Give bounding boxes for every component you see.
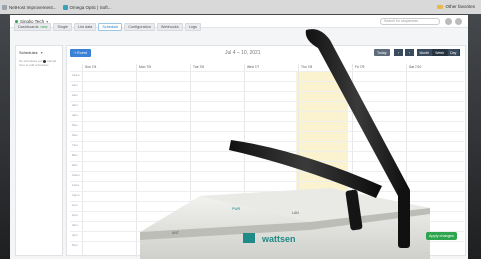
grid-hline — [70, 121, 464, 122]
sidebar-title: Schedules — [19, 50, 38, 55]
tab-label: List data — [78, 25, 93, 29]
today-button[interactable]: Today — [374, 49, 390, 56]
tab-label: Schedule — [102, 25, 119, 29]
avatar[interactable] — [455, 18, 462, 25]
app-window: Singlio Tech ▾ Search for sequences Dash… — [10, 15, 468, 259]
calendar-panel: + Event Jul 4 – 10, 2021 Today ‹ › Month… — [66, 45, 466, 257]
sidebar-header[interactable]: Schedules ▾ — [16, 46, 62, 59]
tab-label: Configuration — [128, 25, 151, 29]
tab-label: Dashboards — [18, 25, 39, 29]
time-label: 11am — [72, 183, 80, 187]
grid-hline — [70, 91, 464, 92]
date-range-label: Jul 4 – 10, 2021 — [225, 50, 261, 56]
grid-hline — [70, 111, 464, 112]
time-label: 3pm — [72, 223, 78, 227]
search-input[interactable]: Search for sequences — [380, 18, 440, 25]
grid-hline — [70, 151, 464, 152]
grid-hline — [70, 171, 464, 172]
tab-schedule[interactable]: Schedule — [98, 23, 123, 31]
new-badge: new — [40, 25, 48, 29]
grid-hline — [70, 161, 464, 162]
view-day-button[interactable]: Day — [447, 49, 460, 56]
grid-hline — [70, 141, 464, 142]
day-column-header: Thu 7/8 — [298, 64, 352, 71]
grid-hline — [70, 231, 464, 232]
tab-configuration[interactable]: Configuration — [124, 23, 155, 31]
time-label: 12pm — [72, 193, 80, 197]
grid-hline — [70, 101, 464, 102]
page-icon — [2, 4, 7, 10]
tab-label: Logs — [188, 25, 197, 29]
help-icon[interactable] — [445, 18, 452, 25]
grid-hline — [70, 131, 464, 132]
next-week-button[interactable]: › — [405, 49, 414, 56]
sidebar-note: No schedules yet Upload here to add sche… — [16, 59, 62, 67]
bookmark-omega[interactable]: Omega Optic | Soft... — [62, 4, 112, 10]
day-column-header: Sat 7/10 — [406, 64, 460, 71]
day-column-header: Mon 7/5 — [136, 64, 190, 71]
time-label: 8am — [72, 153, 78, 157]
tab-bar: Dashboards new Single List data Schedule … — [14, 23, 201, 31]
today-column-highlight — [296, 71, 348, 257]
day-column-header: Tue 7/6 — [190, 64, 244, 71]
bookmark-nethost[interactable]: NetHost Improvement... — [2, 4, 57, 10]
time-label: 4am — [72, 113, 78, 117]
prev-week-button[interactable]: ‹ — [394, 49, 403, 56]
time-label: 10am — [72, 173, 80, 177]
time-label: 2pm — [72, 213, 78, 217]
page-icon — [62, 4, 68, 10]
chevron-down-icon: ▾ — [40, 50, 43, 55]
time-label: 1pm — [72, 203, 78, 207]
other-favorites-label: Other favorites — [445, 4, 475, 9]
grid-hline — [70, 71, 464, 72]
day-column-header: Sun 7/4 — [82, 64, 136, 71]
tab-webhooks[interactable]: Webhooks — [156, 23, 183, 31]
view-switcher: Month Week Day — [417, 49, 460, 56]
bookmark-label: NetHost Improvement... — [9, 4, 57, 10]
bookmark-label: Omega Optic | Soft... — [69, 4, 112, 10]
time-label: 4pm — [72, 233, 78, 237]
folder-icon — [437, 4, 444, 9]
tab-logs[interactable]: Logs — [184, 23, 201, 31]
time-label: 2am — [72, 93, 78, 97]
time-label: 6am — [72, 133, 78, 137]
schedules-sidebar: Schedules ▾ No schedules yet Upload here… — [15, 45, 63, 256]
view-week-button[interactable]: Week — [432, 49, 448, 56]
time-label: 3am — [72, 103, 78, 107]
other-favorites[interactable]: Other favorites — [437, 4, 475, 9]
grid-hline — [70, 201, 464, 202]
view-month-button[interactable]: Month — [417, 49, 433, 56]
day-column-header: Fri 7/9 — [352, 64, 406, 71]
time-label: 5am — [72, 123, 78, 127]
tab-dashboards[interactable]: Dashboards new — [14, 23, 52, 31]
grid-hline — [70, 191, 464, 192]
add-event-button[interactable]: + Event — [70, 49, 91, 57]
time-label: 9am — [72, 163, 78, 167]
time-label: 7am — [72, 143, 78, 147]
grid-hline — [70, 221, 464, 222]
day-column-header: Wed 7/7 — [244, 64, 298, 71]
time-label: 5pm — [72, 243, 78, 247]
grid-hline — [70, 211, 464, 212]
grid-hline — [70, 81, 464, 82]
tab-list-data[interactable]: List data — [74, 23, 97, 31]
bookmarks-bar: NetHost Improvement... Omega Optic | Sof… — [0, 0, 481, 14]
tab-single[interactable]: Single — [53, 23, 73, 31]
time-label: 12am — [72, 73, 80, 77]
tab-label: Webhooks — [160, 25, 179, 29]
tab-label: Single — [57, 25, 69, 29]
time-label: 1am — [72, 83, 78, 87]
apply-changes-button[interactable]: Apply changes — [426, 232, 457, 240]
grid-hline — [70, 241, 464, 242]
grid-hline — [70, 181, 464, 182]
week-grid[interactable]: Sun 7/4 Mon 7/5 Tue 7/6 Wed 7/7 Thu 7/8 Fri 7… — [70, 64, 464, 257]
calendar-toolbar: + Event Jul 4 – 10, 2021 Today ‹ › Month… — [67, 46, 465, 60]
